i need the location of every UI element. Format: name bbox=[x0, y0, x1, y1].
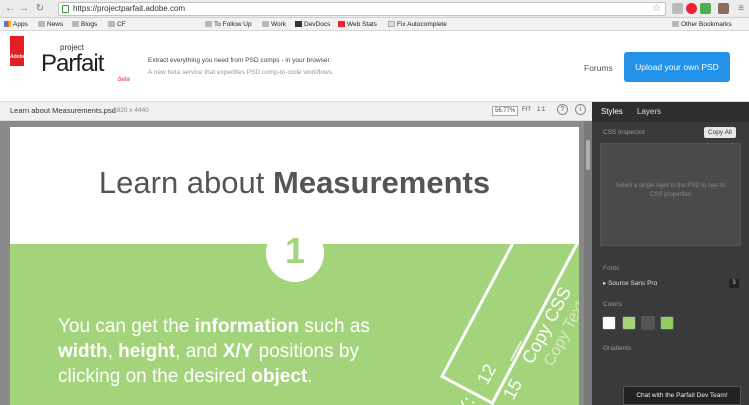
step-number: 1 bbox=[284, 230, 306, 271]
folder-icon bbox=[262, 21, 269, 27]
chat-button[interactable]: Chat with the Parfait Dev Team! bbox=[623, 386, 741, 405]
file-dimensions: 1920 x 4440 bbox=[113, 107, 149, 114]
document-title: Learn about Measurements bbox=[98, 165, 491, 200]
bookmarks-bar: Apps News Blogs CF To Follow Up Work Dev… bbox=[0, 18, 749, 31]
color-swatch-white[interactable] bbox=[602, 316, 616, 330]
bookmark-other[interactable]: Other Bookmarks bbox=[672, 18, 732, 31]
inspector-message: Select a single layer in the PSD to see … bbox=[615, 183, 726, 198]
css-inspector-label: CSS Inspector bbox=[603, 129, 645, 136]
tagline: Extract everything you need from PSD com… bbox=[148, 57, 332, 64]
gradients-label: Gradients bbox=[603, 345, 632, 352]
bookmark-blogs[interactable]: Blogs bbox=[72, 18, 97, 31]
folder-icon bbox=[38, 21, 45, 27]
folder-icon bbox=[72, 21, 79, 27]
lock-icon bbox=[62, 5, 69, 13]
page-icon bbox=[388, 21, 395, 27]
info-icon[interactable]: i bbox=[575, 104, 586, 115]
actual-size-button[interactable]: 1:1 bbox=[537, 107, 545, 113]
bookmark-fix-autocomplete[interactable]: Fix Autocomplete bbox=[388, 18, 447, 31]
bookmark-web-stats[interactable]: Web Stats bbox=[338, 18, 377, 31]
color-swatch-green[interactable] bbox=[622, 316, 636, 330]
bookmark-cf[interactable]: CF bbox=[108, 18, 126, 31]
forward-arrow-icon[interactable]: → bbox=[18, 3, 30, 15]
adobe-logo[interactable]: Adobe bbox=[10, 36, 26, 66]
extension-icon[interactable] bbox=[672, 3, 683, 14]
reload-icon[interactable]: ↻ bbox=[34, 3, 46, 15]
folder-icon bbox=[108, 21, 115, 27]
bookmark-work[interactable]: Work bbox=[262, 18, 286, 31]
bookmark-to-follow-up[interactable]: To Follow Up bbox=[205, 18, 252, 31]
fit-button[interactable]: FIT bbox=[522, 107, 531, 113]
forums-link[interactable]: Forums bbox=[584, 63, 613, 73]
devdocs-icon bbox=[295, 21, 302, 27]
color-swatch-gray[interactable] bbox=[641, 316, 655, 330]
font-item[interactable]: ▸ Source Sans Pro bbox=[603, 279, 657, 287]
web-stats-icon bbox=[338, 21, 345, 27]
bookmark-star-icon[interactable]: ☆ bbox=[652, 3, 661, 15]
upload-psd-button[interactable]: Upload your own PSD bbox=[624, 52, 730, 82]
logo-parfait[interactable]: Parfait bbox=[41, 50, 104, 78]
address-bar[interactable]: https://projectparfait.adobe.com ☆ bbox=[58, 2, 666, 16]
folder-icon bbox=[672, 21, 679, 27]
font-count-badge: 3 bbox=[729, 279, 739, 288]
folder-icon bbox=[205, 21, 212, 27]
bookmark-news[interactable]: News bbox=[38, 18, 63, 31]
apps-icon bbox=[4, 21, 11, 27]
copy-all-button[interactable]: Copy All bbox=[704, 127, 736, 138]
zoom-level[interactable]: 56.77% bbox=[492, 106, 519, 116]
extension-green-icon[interactable] bbox=[700, 3, 711, 14]
subtagline: A new beta service that expedites PSD co… bbox=[148, 69, 334, 76]
bookmark-devdocs[interactable]: DevDocs bbox=[295, 18, 330, 31]
menu-icon[interactable]: ≡ bbox=[735, 3, 747, 15]
adblock-icon[interactable] bbox=[686, 3, 697, 14]
scrollbar-thumb[interactable] bbox=[586, 140, 590, 170]
url-text: https://projectparfait.adobe.com bbox=[73, 4, 186, 13]
logo-beta: beta bbox=[118, 77, 130, 83]
color-swatch-light-green[interactable] bbox=[660, 316, 674, 330]
profile-avatar-icon[interactable] bbox=[718, 3, 729, 14]
bookmark-apps[interactable]: Apps bbox=[4, 18, 28, 31]
tab-styles[interactable]: Styles bbox=[601, 107, 623, 116]
browser-toolbar: ← → ↻ https://projectparfait.adobe.com ☆… bbox=[0, 0, 749, 18]
file-name: Learn about Measurements.psd bbox=[10, 106, 116, 115]
back-arrow-icon[interactable]: ← bbox=[4, 3, 16, 15]
fonts-label: Fonts bbox=[603, 265, 620, 272]
colors-label: Colors bbox=[603, 301, 622, 308]
help-icon[interactable]: ? bbox=[557, 104, 568, 115]
tab-layers[interactable]: Layers bbox=[637, 107, 661, 116]
instruction-text: You can get the information such as widt… bbox=[58, 316, 370, 387]
psd-document[interactable]: Learn about Measurements 1 You can get t… bbox=[10, 127, 579, 405]
